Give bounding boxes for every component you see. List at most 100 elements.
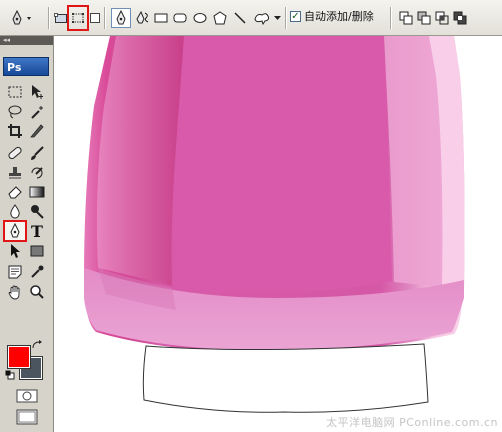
magnifier-icon [30, 285, 44, 299]
move-icon [32, 85, 43, 99]
path-selection-tool[interactable] [5, 242, 25, 260]
exclude-shape-icon [453, 11, 467, 25]
freeform-pen-button[interactable] [134, 8, 152, 28]
bandage-icon [8, 146, 22, 160]
ellipse-icon [193, 13, 207, 23]
blur-drop-icon [10, 204, 20, 219]
stamp-icon [9, 167, 21, 179]
bottle-front-panel [173, 36, 392, 294]
shape-layers-button[interactable] [54, 8, 68, 28]
swap-arrow-icon [32, 340, 42, 349]
pen-tool-button[interactable] [111, 8, 131, 28]
separator [48, 7, 50, 29]
auto-add-delete-label: 自动添加/删除 [304, 10, 374, 23]
tool-preset-picker[interactable] [10, 8, 34, 28]
polygon-shape-button[interactable] [212, 8, 228, 28]
type-icon: T [31, 221, 43, 241]
screen-mode-icon [16, 409, 38, 425]
rectangle-shape-button[interactable] [154, 8, 168, 28]
bottle-artwork [84, 36, 465, 413]
marquee-tool[interactable] [5, 83, 25, 101]
eyedropper-tool[interactable] [27, 263, 47, 281]
rectangle-icon [30, 245, 44, 257]
auto-add-delete-checkbox[interactable]: ✓ [290, 11, 301, 22]
document-canvas[interactable]: 太平洋电脑网 PConline.com.cn [54, 36, 502, 432]
foreground-color-swatch[interactable] [7, 345, 31, 369]
fill-pixels-button[interactable] [89, 8, 101, 28]
gradient-tool[interactable] [27, 183, 47, 201]
line-icon [234, 12, 246, 24]
rounded-rectangle-button[interactable] [172, 8, 188, 28]
dodge-tool[interactable] [27, 202, 47, 220]
quick-mask-button[interactable] [15, 387, 39, 405]
rectangle-tool[interactable] [27, 242, 47, 260]
paths-button[interactable] [67, 5, 89, 31]
brush-icon [31, 146, 44, 160]
eraser-icon [8, 186, 22, 199]
cap-work-path[interactable] [142, 343, 429, 413]
photoshop-logo[interactable]: Ps [3, 57, 49, 76]
separator [285, 7, 287, 29]
add-to-shape-area-button[interactable] [398, 8, 414, 28]
pen-icon [10, 223, 20, 238]
bottle-left-panel [96, 36, 184, 286]
screen-mode-button[interactable] [15, 408, 39, 426]
hand-tool[interactable] [5, 283, 25, 301]
history-brush-icon [31, 167, 43, 179]
rectangle-icon [154, 13, 168, 23]
blur-tool[interactable] [5, 202, 25, 220]
type-tool[interactable]: T [27, 221, 47, 241]
watermark: 太平洋电脑网 PConline.com.cn [326, 416, 498, 429]
intersect-shape-icon [435, 11, 449, 25]
default-colors-button[interactable] [4, 369, 16, 381]
pen-icon [12, 10, 31, 25]
note-icon [8, 265, 22, 279]
add-shape-icon [399, 11, 413, 25]
separator [390, 7, 392, 29]
magic-wand-icon [31, 106, 43, 119]
history-brush-tool[interactable] [27, 164, 47, 182]
custom-shape-button[interactable] [252, 8, 272, 28]
rounded-rectangle-icon [173, 13, 187, 23]
toolbox-collapse-handle[interactable]: ◂◂ [0, 36, 53, 45]
exclude-overlapping-button[interactable] [452, 8, 468, 28]
pen-tool[interactable] [3, 220, 27, 242]
healing-brush-tool[interactable] [5, 144, 25, 162]
default-colors-icon [5, 370, 15, 380]
move-tool[interactable] [27, 83, 47, 101]
shape-options-dropdown[interactable] [273, 8, 281, 28]
marquee-icon [8, 86, 22, 98]
brush-tool[interactable] [27, 144, 47, 162]
toolbox: ◂◂ Ps T [0, 36, 54, 432]
freeform-pen-icon [136, 10, 149, 24]
eraser-tool[interactable] [5, 183, 25, 201]
crop-tool[interactable] [5, 122, 25, 140]
lasso-tool[interactable] [5, 103, 25, 121]
crop-icon [8, 124, 22, 138]
clone-stamp-tool[interactable] [5, 164, 25, 182]
shape-layers-icon [54, 13, 67, 23]
notes-tool[interactable] [5, 263, 25, 281]
line-shape-button[interactable] [232, 8, 248, 28]
chevron-down-icon [273, 16, 281, 20]
options-bar: ✓ 自动添加/删除 [0, 0, 502, 36]
gradient-icon [29, 186, 45, 198]
hand-icon [8, 285, 20, 300]
slice-tool[interactable] [27, 122, 47, 140]
polygon-icon [213, 11, 227, 25]
dodge-icon [31, 205, 44, 219]
lasso-icon [8, 105, 22, 119]
fill-pixels-icon [90, 13, 100, 23]
magic-wand-tool[interactable] [27, 103, 47, 121]
ellipse-shape-button[interactable] [192, 8, 208, 28]
separator [104, 7, 106, 29]
custom-shape-icon [254, 13, 270, 25]
swap-colors-button[interactable] [30, 339, 44, 351]
eyedropper-icon [31, 265, 44, 278]
quick-mask-icon [16, 389, 38, 403]
slice-icon [30, 124, 44, 138]
pen-icon [116, 10, 126, 25]
intersect-shape-areas-button[interactable] [434, 8, 450, 28]
subtract-shape-area-button[interactable] [416, 8, 432, 28]
zoom-tool[interactable] [27, 283, 47, 301]
